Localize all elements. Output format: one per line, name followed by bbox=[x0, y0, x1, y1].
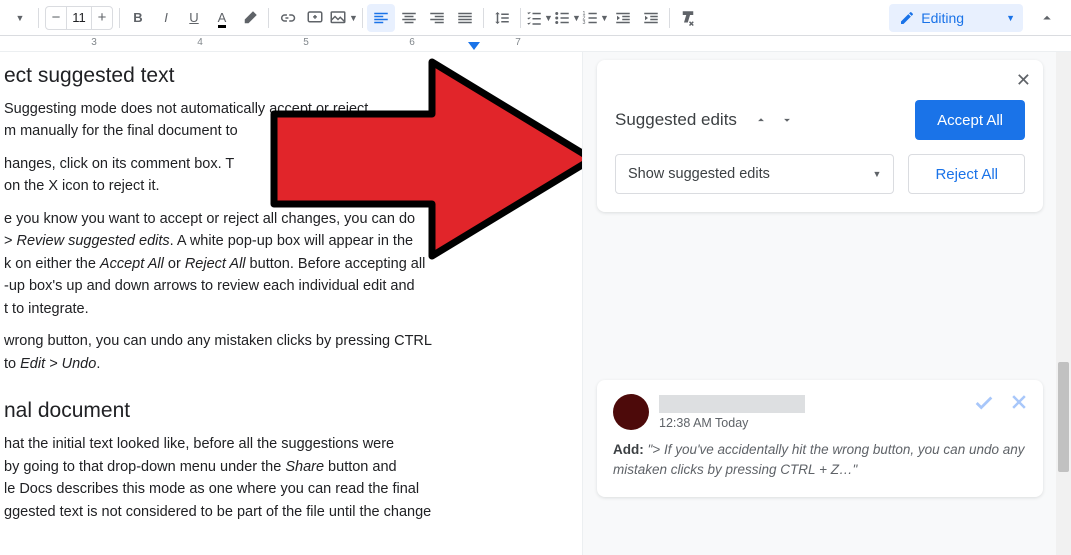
vertical-scrollbar[interactable] bbox=[1056, 52, 1071, 555]
paragraph: hat the initial text looked like, before… bbox=[4, 433, 570, 523]
reject-all-button[interactable]: Reject All bbox=[908, 154, 1025, 194]
suggested-text: wrong button, you can undo any mistaken … bbox=[4, 330, 570, 375]
numbered-list-button[interactable]: 123▼ bbox=[581, 4, 609, 32]
mode-label: Editing bbox=[921, 10, 964, 26]
separator bbox=[362, 8, 363, 28]
insert-link-button[interactable] bbox=[273, 4, 301, 32]
separator bbox=[119, 8, 120, 28]
right-sidebar: ✕ Suggested edits Accept All bbox=[582, 52, 1071, 555]
separator bbox=[669, 8, 670, 28]
next-edit-button[interactable] bbox=[777, 110, 797, 130]
more-left-dropdown[interactable]: ▼ bbox=[6, 4, 34, 32]
commenter-name-redacted bbox=[659, 395, 805, 413]
ruler-right-margin-marker[interactable] bbox=[468, 42, 480, 50]
align-right-button[interactable] bbox=[423, 4, 451, 32]
scrollbar-thumb[interactable] bbox=[1058, 362, 1069, 472]
svg-text:3: 3 bbox=[582, 20, 585, 26]
add-comment-button[interactable] bbox=[301, 4, 329, 32]
separator bbox=[38, 8, 39, 28]
suggested-edits-panel: ✕ Suggested edits Accept All bbox=[597, 60, 1043, 212]
show-edits-select[interactable]: Show suggested edits ▼ bbox=[615, 154, 894, 194]
line-spacing-button[interactable] bbox=[488, 4, 516, 32]
toolbar: ▼ − 11 + B I U A ▼ ▼ ▼ bbox=[0, 0, 1071, 36]
insert-image-button[interactable]: ▼ bbox=[329, 4, 358, 32]
bulleted-list-button[interactable]: ▼ bbox=[553, 4, 581, 32]
paragraph: Suggesting mode does not automatically a… bbox=[4, 98, 570, 143]
increase-indent-button[interactable] bbox=[637, 4, 665, 32]
align-center-button[interactable] bbox=[395, 4, 423, 32]
separator bbox=[520, 8, 521, 28]
ruler-number: 7 bbox=[515, 37, 521, 48]
paragraph: e you know you want to accept or reject … bbox=[4, 208, 570, 320]
pencil-icon bbox=[899, 10, 915, 26]
hide-menus-button[interactable] bbox=[1033, 4, 1061, 32]
edit-nav-arrows bbox=[751, 110, 797, 130]
close-icon[interactable]: ✕ bbox=[1016, 70, 1031, 91]
panel-title: Suggested edits bbox=[615, 110, 737, 130]
font-size-increase[interactable]: + bbox=[92, 10, 112, 25]
reject-suggestion-icon[interactable] bbox=[1009, 392, 1029, 420]
font-size-control: − 11 + bbox=[45, 6, 113, 30]
ruler-number: 6 bbox=[409, 37, 415, 48]
comment-timestamp: 12:38 AM Today bbox=[659, 416, 805, 430]
heading: ect suggested text bbox=[4, 64, 570, 88]
checklist-button[interactable]: ▼ bbox=[525, 4, 553, 32]
main-area: ect suggested text Suggesting mode does … bbox=[0, 52, 1071, 555]
align-left-button[interactable] bbox=[367, 4, 395, 32]
chevron-down-icon: ▼ bbox=[873, 169, 882, 179]
paragraph: hanges, click on its comment box. T on t… bbox=[4, 153, 570, 198]
horizontal-ruler[interactable]: 3 4 5 6 7 bbox=[0, 36, 1071, 52]
italic-button[interactable]: I bbox=[152, 4, 180, 32]
suggestion-comment-card[interactable]: 12:38 AM Today Add: "> If you've acciden… bbox=[597, 380, 1043, 497]
ruler-number: 3 bbox=[91, 37, 97, 48]
ruler-number: 5 bbox=[303, 37, 309, 48]
accept-all-button[interactable]: Accept All bbox=[915, 100, 1025, 140]
avatar bbox=[613, 394, 649, 430]
mode-switcher[interactable]: Editing ▼ bbox=[889, 4, 1023, 32]
prev-edit-button[interactable] bbox=[751, 110, 771, 130]
select-label: Show suggested edits bbox=[628, 166, 770, 182]
font-size-decrease[interactable]: − bbox=[46, 10, 66, 25]
align-justify-button[interactable] bbox=[451, 4, 479, 32]
document-canvas[interactable]: ect suggested text Suggesting mode does … bbox=[0, 52, 582, 555]
clear-formatting-button[interactable] bbox=[674, 4, 702, 32]
font-size-value[interactable]: 11 bbox=[66, 7, 92, 29]
text-color-button[interactable]: A bbox=[208, 4, 236, 32]
accept-suggestion-icon[interactable] bbox=[973, 392, 995, 420]
comment-body: Add: "> If you've accidentally hit the w… bbox=[613, 440, 1027, 481]
ruler-number: 4 bbox=[197, 37, 203, 48]
heading: nal document bbox=[4, 399, 570, 423]
decrease-indent-button[interactable] bbox=[609, 4, 637, 32]
highlight-color-button[interactable] bbox=[236, 4, 264, 32]
separator bbox=[268, 8, 269, 28]
bold-button[interactable]: B bbox=[124, 4, 152, 32]
underline-button[interactable]: U bbox=[180, 4, 208, 32]
separator bbox=[483, 8, 484, 28]
